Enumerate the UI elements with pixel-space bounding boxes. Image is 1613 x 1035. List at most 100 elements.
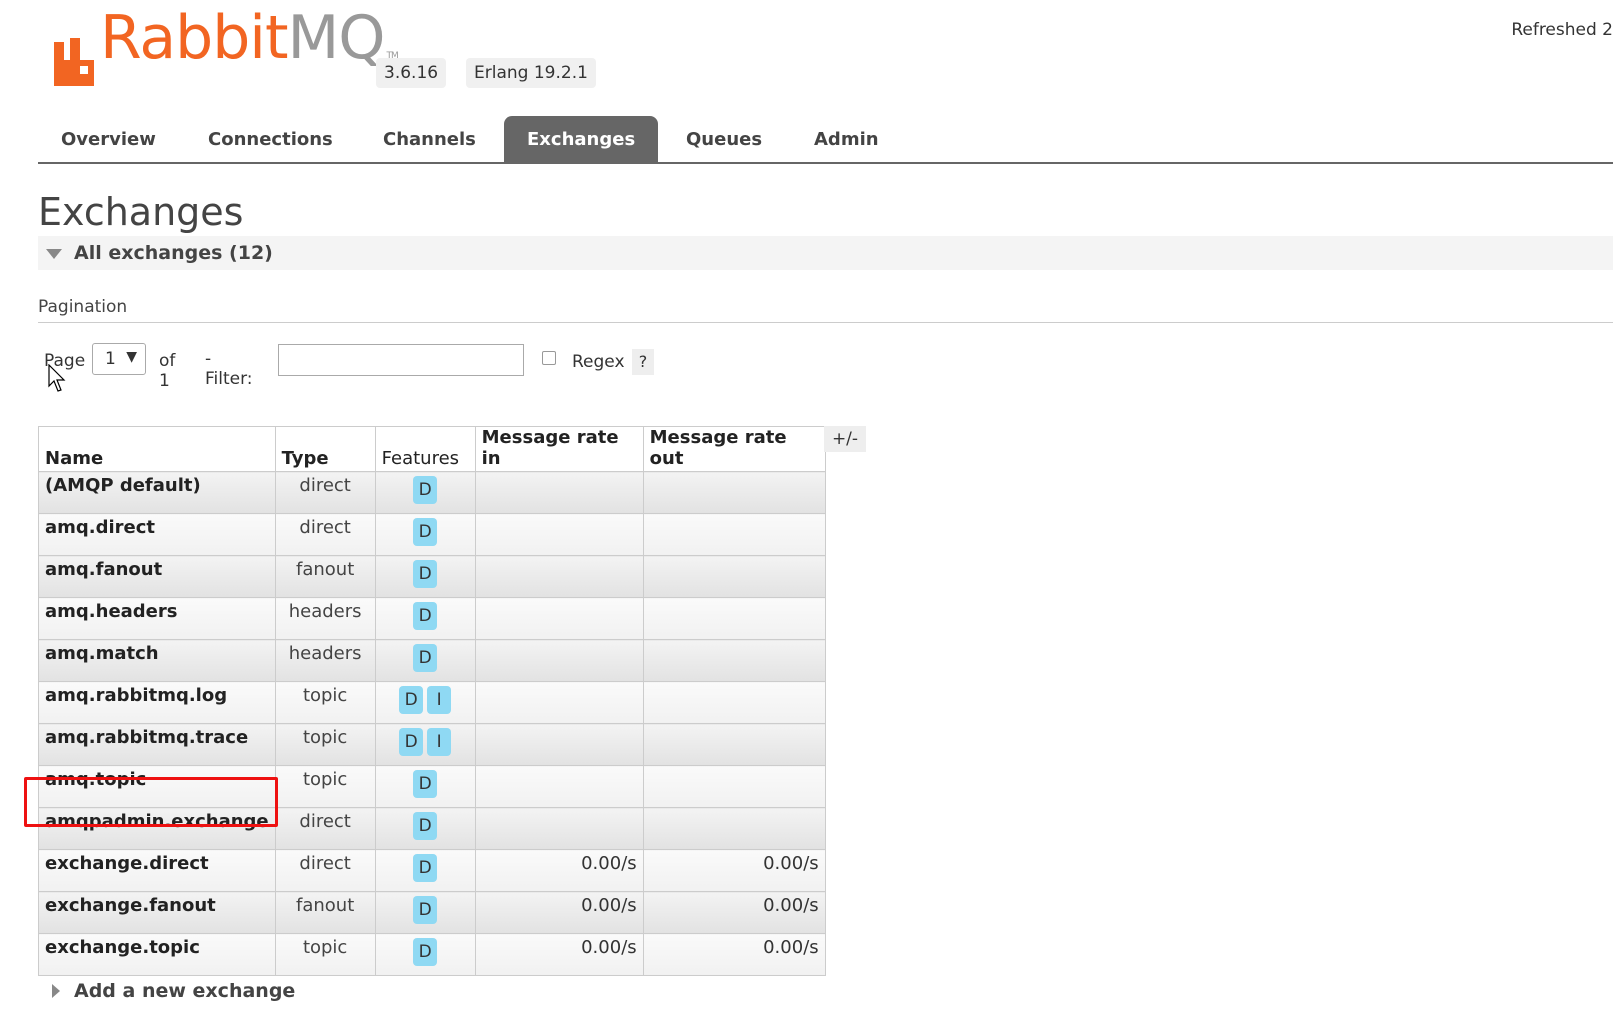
column-header-type[interactable]: Type [274,426,376,472]
logo-text: RabbitMQ TM [100,8,399,86]
exchange-name-link[interactable]: amq.match [38,639,276,682]
filter-input[interactable] [278,344,524,376]
exchange-name-link[interactable]: amq.direct [38,513,276,556]
all-exchanges-section-toggle[interactable]: All exchanges (12) [38,236,1613,270]
feature-durable-badge: D [413,602,438,630]
tab-admin[interactable]: Admin [791,116,902,162]
exchange-name-link[interactable]: exchange.fanout [38,891,276,934]
message-rate-out [642,597,826,640]
exchange-name-link[interactable]: exchange.direct [38,849,276,892]
refreshed-status[interactable]: Refreshed 2 [1511,20,1613,40]
exchange-name-link[interactable]: (AMQP default) [38,471,276,514]
regex-help-button[interactable]: ? [632,349,654,375]
table-row: amq.topic topic D [38,765,826,808]
message-rate-out: 0.00/s [642,933,826,976]
exchange-type: direct [274,471,376,514]
exchanges-table: Name Type Features Message rate in Messa… [38,426,826,976]
exchange-name-link[interactable]: amq.headers [38,597,276,640]
feature-durable-badge: D [413,476,438,504]
table-row: (AMQP default) direct D [38,471,826,514]
logo-text-secondary: MQ [287,3,386,73]
message-rate-in [474,639,644,682]
triangle-right-icon [52,984,60,998]
table-header-row: Name Type Features Message rate in Messa… [38,426,826,472]
feature-durable-badge: D [413,560,438,588]
exchange-features: DI [374,723,476,766]
exchange-name-link[interactable]: amq.topic [38,765,276,808]
message-rate-in: 0.00/s [474,891,644,934]
main-nav-tabs: Overview Connections Channels Exchanges … [38,116,1613,164]
exchange-type: topic [274,723,376,766]
message-rate-in [474,723,644,766]
page-select-value: 1 [105,349,116,369]
message-rate-out [642,765,826,808]
message-rate-in [474,555,644,598]
page-title: Exchanges [38,190,244,234]
exchange-type: topic [274,765,376,808]
filter-label: - Filter: [205,349,253,389]
exchange-type: direct [274,849,376,892]
exchange-features: D [374,765,476,808]
message-rate-out [642,513,826,556]
version-badge: 3.6.16 [376,58,447,88]
pagination-divider [38,322,1613,323]
regex-checkbox[interactable] [542,351,556,365]
table-row: amq.direct direct D [38,513,826,556]
feature-durable-badge: D [413,518,438,546]
exchange-name-link[interactable]: exchange.topic [38,933,276,976]
exchange-type: fanout [274,891,376,934]
message-rate-out [642,555,826,598]
page-select[interactable]: 1 ▼ [92,343,146,375]
table-row: amq.rabbitmq.trace topic D I [38,723,826,766]
feature-internal-badge: I [427,728,452,756]
rabbitmq-logo[interactable]: RabbitMQ TM [50,8,399,86]
tab-exchanges[interactable]: Exchanges [504,116,659,162]
message-rate-out [642,807,826,850]
exchange-features: D [374,891,476,934]
tab-channels[interactable]: Channels [360,116,499,162]
column-header-rate-in: Message rate in [474,426,644,472]
message-rate-out [642,471,826,514]
exchange-features: D [374,471,476,514]
exchange-features: D [374,513,476,556]
column-header-features: Features [374,426,476,472]
table-row: amq.rabbitmq.log topic D I [38,681,826,724]
feature-durable-badge: D [413,896,438,924]
mouse-pointer-icon [48,364,66,392]
caret-down-icon: ▼ [126,349,137,365]
exchange-name-link[interactable]: amq.rabbitmq.log [38,681,276,724]
triangle-down-icon [46,249,62,259]
feature-durable-badge: D [413,938,438,966]
feature-durable-badge: D [413,854,438,882]
tab-overview[interactable]: Overview [38,116,179,162]
column-header-rate-out: Message rate out [642,426,826,472]
exchange-type: headers [274,639,376,682]
exchange-name-link[interactable]: amq.rabbitmq.trace [38,723,276,766]
table-row: amq.headers headers D [38,597,826,640]
tab-queues[interactable]: Queues [663,116,785,162]
pagination-heading: Pagination [38,297,128,317]
logo-text-primary: Rabbit [100,3,289,73]
message-rate-in [474,513,644,556]
exchange-features: D [374,555,476,598]
exchange-type: topic [274,933,376,976]
exchange-features: D [374,597,476,640]
exchange-name-link[interactable]: amq.fanout [38,555,276,598]
toggle-columns-button[interactable]: +/- [824,426,866,452]
table-row: amq.fanout fanout D [38,555,826,598]
column-header-name[interactable]: Name [38,426,276,472]
exchange-features: D [374,639,476,682]
table-row: exchange.direct direct D 0.00/s 0.00/s [38,849,826,892]
message-rate-in [474,471,644,514]
message-rate-in [474,765,644,808]
exchange-type: direct [274,513,376,556]
exchange-name-link[interactable]: amqpadmin.exchange [38,807,276,850]
exchange-features: D [374,807,476,850]
exchange-features: D [374,849,476,892]
tab-connections[interactable]: Connections [185,116,356,162]
message-rate-in [474,807,644,850]
exchange-type: fanout [274,555,376,598]
rabbitmq-logo-icon [50,34,96,86]
add-exchange-label: Add a new exchange [74,980,296,1002]
message-rate-in [474,597,644,640]
